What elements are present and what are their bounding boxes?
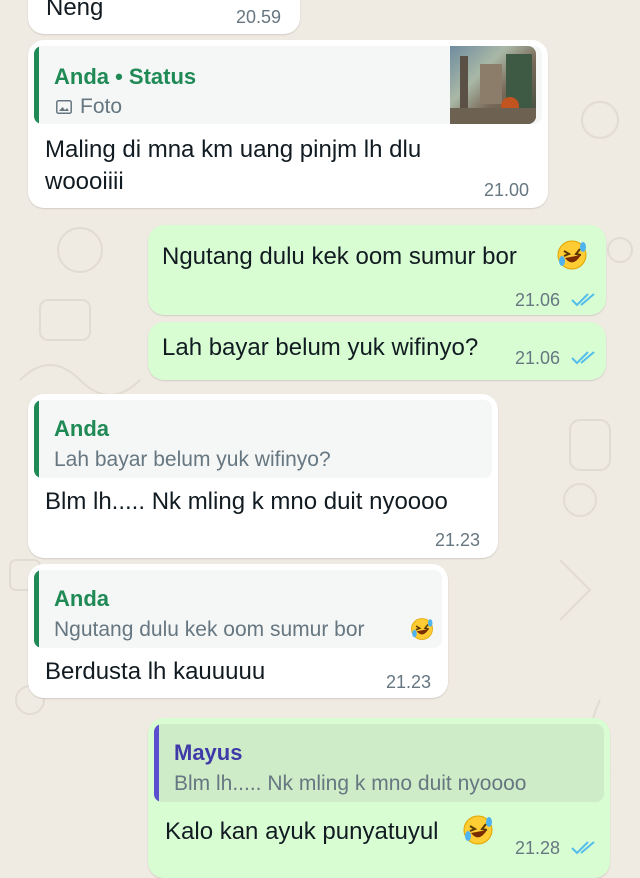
message-bubble-incoming[interactable]: Anda • Status Foto Maling di mna km uang… bbox=[28, 40, 548, 208]
quote-accent-bar bbox=[34, 46, 39, 124]
message-time: 21.06 bbox=[515, 290, 561, 310]
message-time: 20.59 bbox=[236, 7, 282, 27]
message-text: Neng bbox=[46, 0, 104, 21]
quote-accent-bar bbox=[34, 400, 39, 478]
message-time: 21.28 bbox=[515, 838, 561, 858]
quote-media-label: Foto bbox=[80, 95, 123, 118]
rolling-on-floor-laughing-emoji bbox=[411, 618, 433, 640]
photo-icon bbox=[56, 100, 72, 114]
quote-accent-bar bbox=[154, 724, 159, 802]
message-time: 21.23 bbox=[386, 672, 432, 692]
message-bubble-incoming[interactable]: Anda Lah bayar belum yuk wifinyo? Blm lh… bbox=[28, 394, 498, 558]
quote-author: Mayus bbox=[174, 740, 243, 765]
quoted-message[interactable]: Anda Lah bayar belum yuk wifinyo? bbox=[34, 400, 492, 478]
message-text: Maling di mna km uang pinjm lh dlu woooi… bbox=[45, 136, 422, 195]
message-time: 21.23 bbox=[435, 530, 481, 550]
quote-accent-bar bbox=[34, 570, 39, 648]
message-text: Blm lh..... Nk mling k mno duit nyoooo bbox=[45, 488, 448, 515]
double-check-icon bbox=[571, 841, 595, 855]
quote-text: Ngutang dulu kek oom sumur bor bbox=[54, 618, 365, 641]
rolling-on-floor-laughing-emoji bbox=[463, 815, 493, 845]
message-bubble-outgoing[interactable]: Lah bayar belum yuk wifinyo? 21.06 bbox=[148, 322, 606, 380]
message-bubble-incoming[interactable]: Anda Ngutang dulu kek oom sumur bor Berd… bbox=[28, 564, 448, 698]
message-bubble-outgoing[interactable]: Ngutang dulu kek oom sumur bor 21.06 bbox=[148, 225, 606, 315]
quoted-message[interactable]: Mayus Blm lh..... Nk mling k mno duit ny… bbox=[154, 724, 604, 802]
double-check-icon bbox=[571, 293, 595, 307]
message-text: Ngutang dulu kek oom sumur bor bbox=[162, 243, 517, 270]
quote-author: Anda bbox=[54, 416, 109, 441]
message-text: Lah bayar belum yuk wifinyo? bbox=[162, 334, 479, 361]
rolling-on-floor-laughing-emoji bbox=[557, 240, 587, 270]
message-time: 21.06 bbox=[515, 348, 561, 368]
quote-text: Lah bayar belum yuk wifinyo? bbox=[54, 448, 331, 471]
quoted-status-reply[interactable]: Anda • Status Foto bbox=[34, 46, 542, 124]
quote-text: Blm lh..... Nk mling k mno duit nyoooo bbox=[174, 772, 527, 795]
quote-author: Anda • Status bbox=[54, 64, 197, 89]
status-photo-thumbnail bbox=[450, 46, 536, 124]
message-text: Berdusta lh kauuuuu bbox=[45, 658, 266, 685]
message-time: 21.00 bbox=[484, 180, 530, 200]
message-bubble-incoming[interactable]: Neng 20.59 bbox=[28, 0, 300, 34]
quote-author: Anda bbox=[54, 586, 109, 611]
message-bubble-outgoing[interactable]: Mayus Blm lh..... Nk mling k mno duit ny… bbox=[148, 718, 610, 878]
quoted-message[interactable]: Anda Ngutang dulu kek oom sumur bor bbox=[34, 570, 442, 648]
double-check-icon bbox=[571, 351, 595, 365]
message-text: Kalo kan ayuk punyatuyul bbox=[165, 818, 439, 845]
